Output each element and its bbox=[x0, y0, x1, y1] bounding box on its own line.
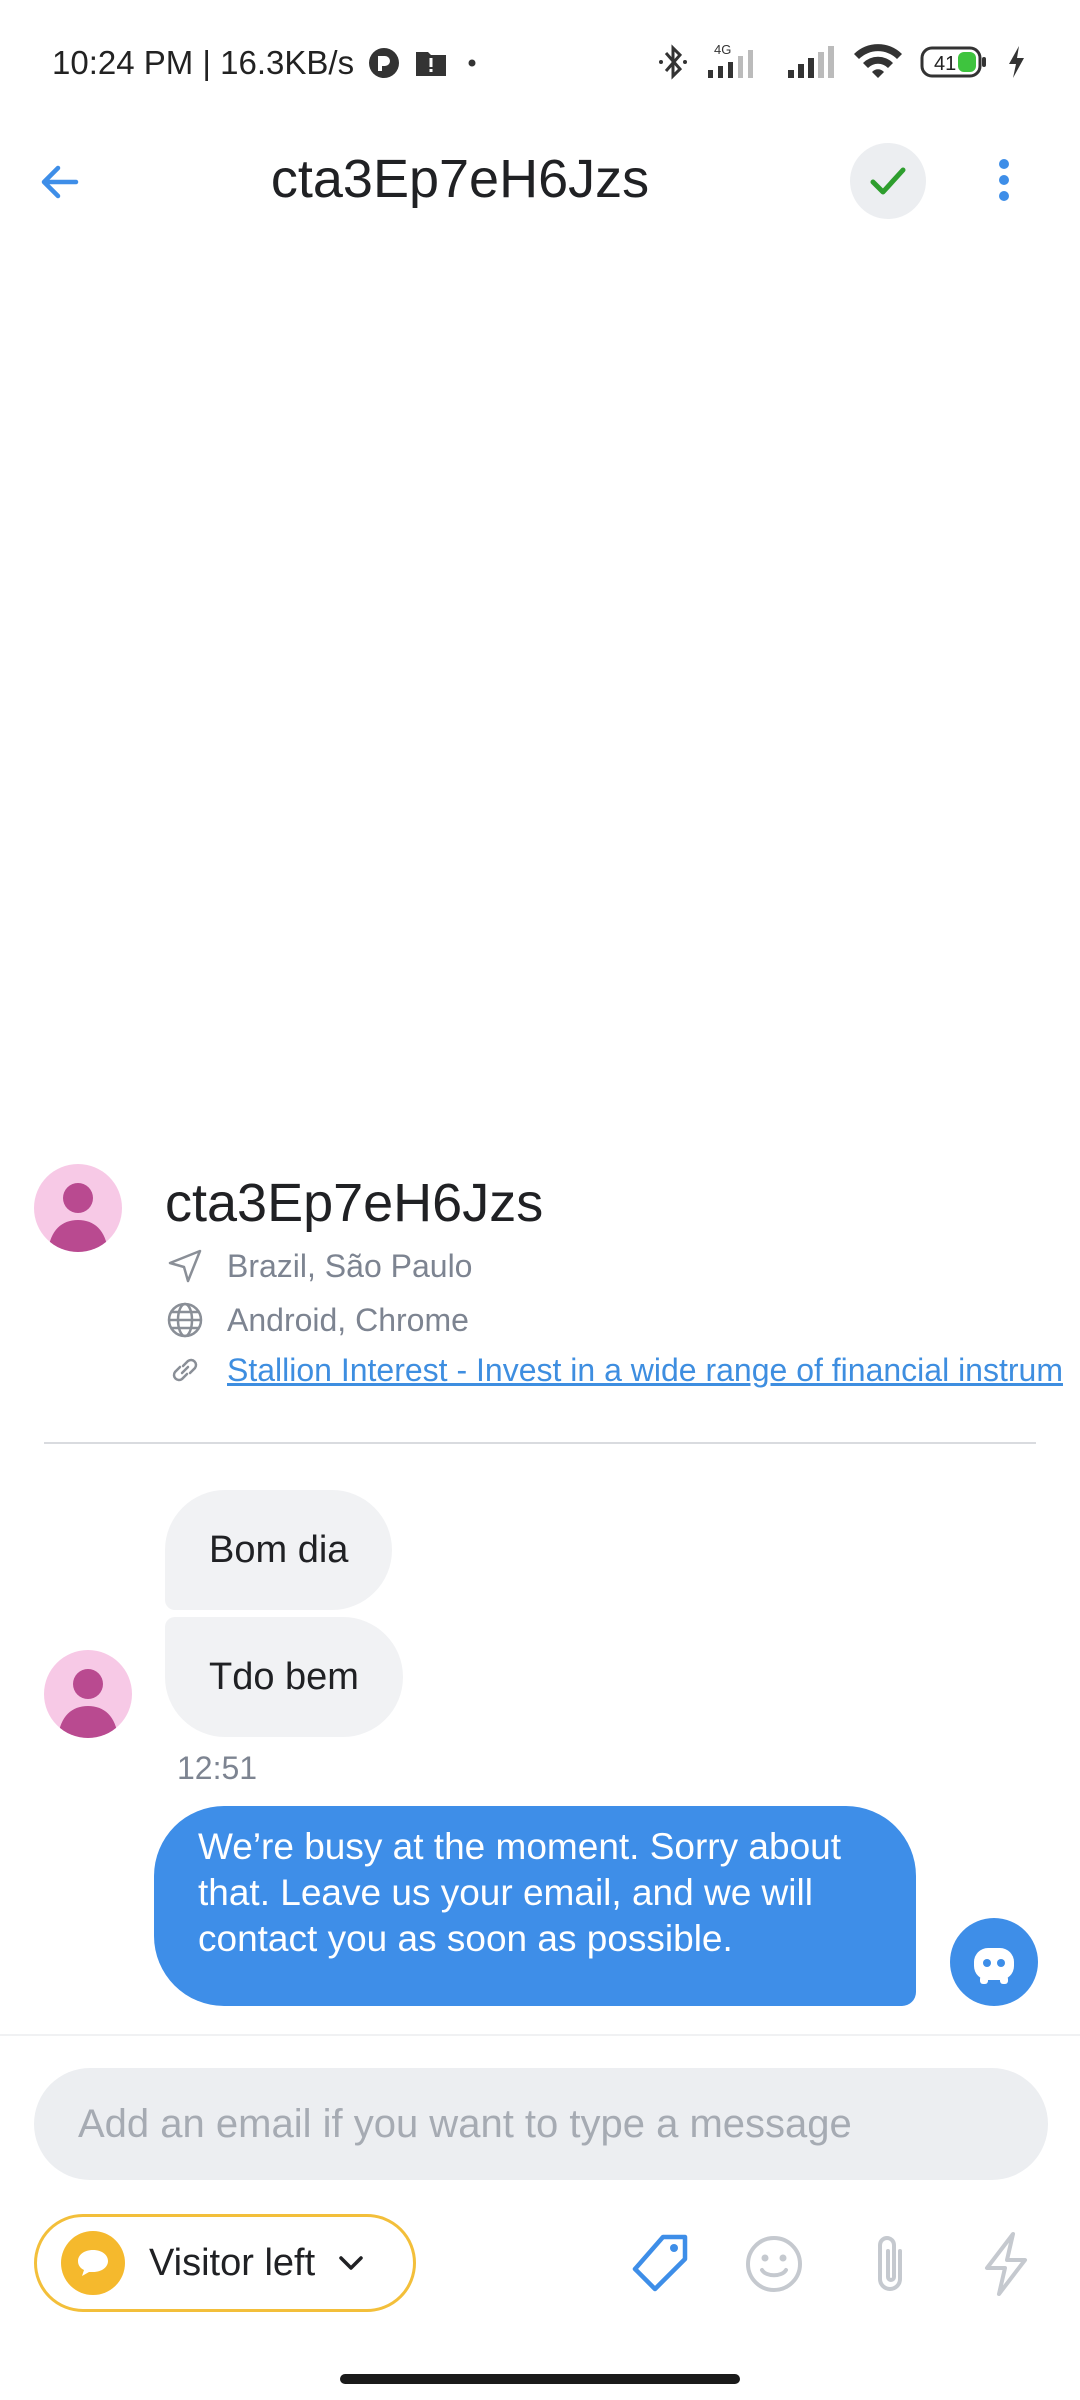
visitor-page-row: Stallion Interest - Invest in a wide ran… bbox=[165, 1350, 1063, 1390]
status-bar: 10:24 PM | 16.3KB/s 4G 41 bbox=[0, 0, 1080, 130]
notification-alert-icon bbox=[414, 48, 448, 78]
tag-icon bbox=[632, 2234, 688, 2292]
chevron-down-icon bbox=[337, 2253, 365, 2273]
paperclip-icon bbox=[878, 2236, 902, 2291]
message-visitor-avatar bbox=[44, 1650, 132, 1738]
emoji-button[interactable] bbox=[734, 2224, 814, 2304]
bluetooth-icon bbox=[658, 42, 688, 82]
location-arrow-icon bbox=[165, 1246, 205, 1286]
status-bar-left: 10:24 PM | 16.3KB/s bbox=[52, 44, 482, 82]
visitor-avatar[interactable] bbox=[34, 1164, 122, 1252]
app-bar: cta3Ep7eH6Jzs bbox=[0, 130, 1080, 230]
visitor-info: cta3Ep7eH6Jzs Brazil, São Paulo Android,… bbox=[0, 1160, 1080, 1420]
person-icon bbox=[48, 1183, 108, 1252]
chat-bubble-icon bbox=[61, 2231, 125, 2295]
wifi-icon bbox=[852, 42, 904, 82]
smiley-icon bbox=[746, 2236, 802, 2292]
home-indicator[interactable] bbox=[340, 2374, 740, 2384]
attach-button[interactable] bbox=[850, 2224, 930, 2304]
outgoing-message: We’re busy at the moment. Sorry about th… bbox=[154, 1806, 916, 2006]
robot-icon bbox=[974, 1948, 1014, 1984]
message-input[interactable] bbox=[34, 2068, 1048, 2180]
more-options-button[interactable] bbox=[972, 148, 1036, 212]
lightning-icon bbox=[985, 2232, 1027, 2296]
network-type-label: 4G bbox=[714, 42, 731, 57]
visitor-status-dropdown[interactable]: Visitor left bbox=[34, 2214, 416, 2312]
visitor-page-link[interactable]: Stallion Interest - Invest in a wide ran… bbox=[227, 1352, 1063, 1389]
visitor-device: Android, Chrome bbox=[227, 1301, 469, 1338]
visitor-name: cta3Ep7eH6Jzs bbox=[165, 1173, 544, 1233]
notification-app-icon bbox=[368, 47, 400, 79]
page-title: cta3Ep7eH6Jzs bbox=[270, 149, 650, 209]
visitor-location: Brazil, São Paulo bbox=[227, 1247, 473, 1284]
battery-icon: 41 bbox=[920, 44, 990, 80]
tag-button[interactable] bbox=[620, 2224, 700, 2304]
signal-4g-icon: 4G bbox=[704, 42, 770, 82]
visitor-location-row: Brazil, São Paulo bbox=[165, 1246, 472, 1286]
divider bbox=[44, 1442, 1036, 1444]
charging-icon bbox=[1006, 44, 1026, 80]
message-composer[interactable] bbox=[34, 2068, 1048, 2180]
canned-responses-button[interactable] bbox=[966, 2224, 1046, 2304]
signal-icon bbox=[786, 42, 836, 82]
more-vertical-icon bbox=[999, 159, 1009, 201]
link-icon bbox=[165, 1350, 205, 1390]
status-time-speed: 10:24 PM | 16.3KB/s bbox=[52, 44, 355, 81]
visitor-device-row: Android, Chrome bbox=[165, 1300, 469, 1340]
resolve-button[interactable] bbox=[850, 143, 926, 219]
checkmark-icon bbox=[870, 167, 906, 195]
status-bar-right: 4G 41 bbox=[658, 42, 1026, 82]
message-timestamp: 12:51 bbox=[177, 1750, 258, 1786]
incoming-message: Bom dia bbox=[165, 1490, 393, 1610]
globe-icon bbox=[165, 1300, 205, 1340]
notification-dot-icon bbox=[462, 53, 482, 73]
composer-divider bbox=[0, 2034, 1080, 2036]
visitor-status-label: Visitor left bbox=[149, 2241, 316, 2284]
incoming-message: Tdo bem bbox=[165, 1617, 403, 1737]
person-icon bbox=[58, 1669, 118, 1738]
battery-level: 41 bbox=[934, 53, 956, 75]
bot-avatar bbox=[950, 1918, 1038, 2006]
